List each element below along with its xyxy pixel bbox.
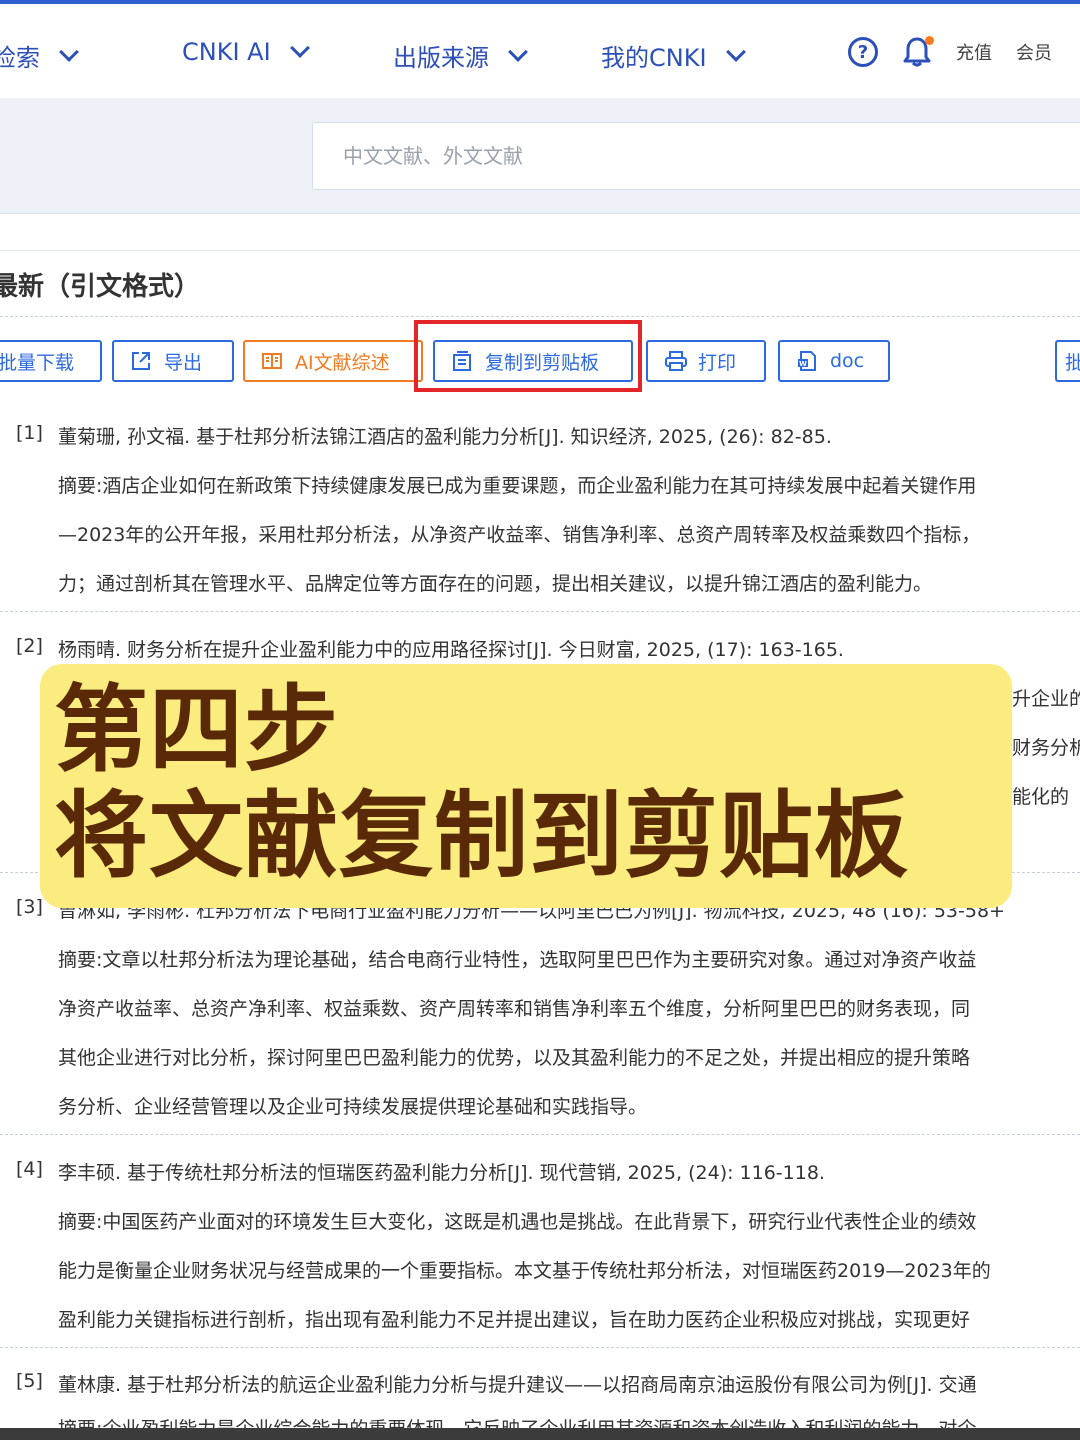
batch-download-button[interactable]: 批量下载 bbox=[0, 340, 102, 382]
ai-literature-review-label: AI文献综述 bbox=[295, 351, 390, 374]
reference-number: [4] bbox=[16, 1158, 43, 1180]
reference-abstract-line: 财务分析 bbox=[1012, 737, 1080, 759]
reference-title[interactable]: 杨雨晴. 财务分析在提升企业盈利能力中的应用路径探讨[J]. 今日财富, 202… bbox=[58, 635, 844, 662]
chevron-down-icon bbox=[59, 41, 79, 62]
book-icon bbox=[261, 350, 283, 372]
reference-title[interactable]: 董菊珊, 孙文福. 基于杜邦分析法锦江酒店的盈利能力分析[J]. 知识经济, 2… bbox=[58, 422, 832, 449]
reference-abstract-line: 其他企业进行对比分析，探讨阿里巴巴盈利能力的优势，以及其盈利能力的不足之处，并提… bbox=[58, 1047, 971, 1069]
batch-download-label: 批量下载 bbox=[0, 351, 75, 374]
reference-number: [5] bbox=[16, 1370, 43, 1392]
more-action-label: 批 bbox=[1065, 348, 1080, 375]
copy-button-highlight-box bbox=[414, 320, 642, 392]
reference-abstract-line: 力；通过剖析其在管理水平、品牌定位等方面存在的问题，提出相关建议，以提升锦江酒店… bbox=[58, 573, 933, 595]
notification-bell-icon[interactable] bbox=[902, 36, 934, 68]
help-icon[interactable]: ? bbox=[848, 37, 878, 67]
reference-divider bbox=[0, 1134, 1080, 1135]
reference-abstract-line: 摘要:酒店企业如何在新政策下持续健康发展已成为重要课题，而企业盈利能力在其可持续… bbox=[58, 475, 977, 497]
reference-abstract-line: 摘要:文章以杜邦分析法为理论基础，结合电商行业特性，选取阿里巴巴作为主要研究对象… bbox=[58, 949, 977, 971]
section-divider bbox=[0, 250, 1080, 251]
svg-text:W: W bbox=[799, 360, 807, 368]
member-link[interactable]: 会员 bbox=[1016, 39, 1052, 65]
reference-abstract-line: 升企业的 bbox=[1012, 688, 1080, 710]
reference-abstract-line: 能力是衡量企业财务状况与经营成果的一个重要指标。本文基于传统杜邦分析法，对恒瑞医… bbox=[58, 1260, 991, 1282]
reference-abstract-line: 务分析、企业经营管理以及企业可持续发展提供理论基础和实践指导。 bbox=[58, 1096, 648, 1118]
ai-literature-review-button[interactable]: AI文献综述 bbox=[243, 340, 423, 382]
nav-item-label: 检索 bbox=[0, 44, 40, 72]
reference-title[interactable]: 李丰硕. 基于传统杜邦分析法的恒瑞医药盈利能力分析[J]. 现代营销, 2025… bbox=[58, 1158, 825, 1185]
section-dashed-divider bbox=[0, 316, 1080, 317]
nav-item-my-cnki[interactable]: 我的CNKI bbox=[601, 38, 746, 73]
step-caption-line1: 第四步 bbox=[54, 676, 340, 785]
reference-abstract-line: 盈利能力关键指标进行剖析，指出现有盈利能力不足并提出建议，旨在助力医药企业积极应… bbox=[58, 1309, 971, 1331]
nav-item-cnki-ai[interactable]: CNKI AI bbox=[182, 38, 310, 66]
doc-label: doc bbox=[830, 350, 865, 372]
reference-divider bbox=[0, 611, 1080, 612]
reference-abstract-line: 摘要:中国医药产业面对的环境发生巨大变化，这既是机遇也是挑战。在此背景下，研究行… bbox=[58, 1211, 977, 1233]
printer-icon bbox=[664, 350, 687, 372]
top-navigation-bar: 检索 CNKI AI 出版来源 我的CNKI ? 充值 会员 bbox=[0, 0, 1080, 98]
external-link-icon bbox=[130, 350, 152, 372]
notification-dot bbox=[925, 36, 934, 45]
print-label: 打印 bbox=[698, 351, 737, 374]
search-band bbox=[0, 98, 1080, 214]
nav-item-publication-source[interactable]: 出版来源 bbox=[393, 38, 528, 73]
reference-abstract-line: 能化的 bbox=[1012, 786, 1070, 808]
more-action-button[interactable]: 批 bbox=[1055, 340, 1080, 382]
bottom-edge-strip bbox=[0, 1428, 1080, 1440]
export-button[interactable]: 导出 bbox=[112, 340, 234, 382]
reference-number: [1] bbox=[16, 422, 43, 444]
chevron-down-icon bbox=[508, 41, 528, 62]
nav-right-actions: ? 充值 会员 bbox=[848, 36, 1052, 68]
nav-item-label: 我的CNKI bbox=[601, 44, 707, 72]
print-button[interactable]: 打印 bbox=[646, 340, 766, 382]
reference-number: [3] bbox=[16, 896, 43, 918]
step-caption-overlay: 第四步 将文献复制到剪贴板 bbox=[40, 664, 1012, 908]
reference-divider bbox=[0, 1347, 1080, 1348]
step-caption-line2: 将文献复制到剪贴板 bbox=[54, 782, 910, 891]
search-box bbox=[312, 122, 1080, 190]
doc-button[interactable]: W doc bbox=[778, 340, 890, 382]
chevron-down-icon bbox=[725, 41, 746, 62]
nav-item-label: 出版来源 bbox=[393, 44, 489, 72]
recharge-link[interactable]: 充值 bbox=[956, 39, 992, 65]
nav-item-search[interactable]: 检索 bbox=[0, 38, 79, 73]
section-title: 最新（引文格式） bbox=[0, 272, 201, 302]
reference-title[interactable]: 董林康. 基于杜邦分析法的航运企业盈利能力分析与提升建议——以招商局南京油运股份… bbox=[58, 1370, 977, 1397]
reference-abstract-line: —2023年的公开年报，采用杜邦分析法，从净资产收益率、销售净利率、总资产周转率… bbox=[58, 524, 981, 546]
search-input[interactable] bbox=[343, 144, 1061, 168]
export-label: 导出 bbox=[164, 351, 203, 374]
chevron-down-icon bbox=[289, 38, 310, 58]
reference-number: [2] bbox=[16, 635, 43, 657]
word-document-icon: W bbox=[796, 350, 818, 372]
nav-item-label: CNKI AI bbox=[182, 38, 271, 66]
reference-abstract-line: 净资产收益率、总资产净利率、权益乘数、资产周转率和销售净利率五个维度，分析阿里巴… bbox=[58, 998, 971, 1020]
